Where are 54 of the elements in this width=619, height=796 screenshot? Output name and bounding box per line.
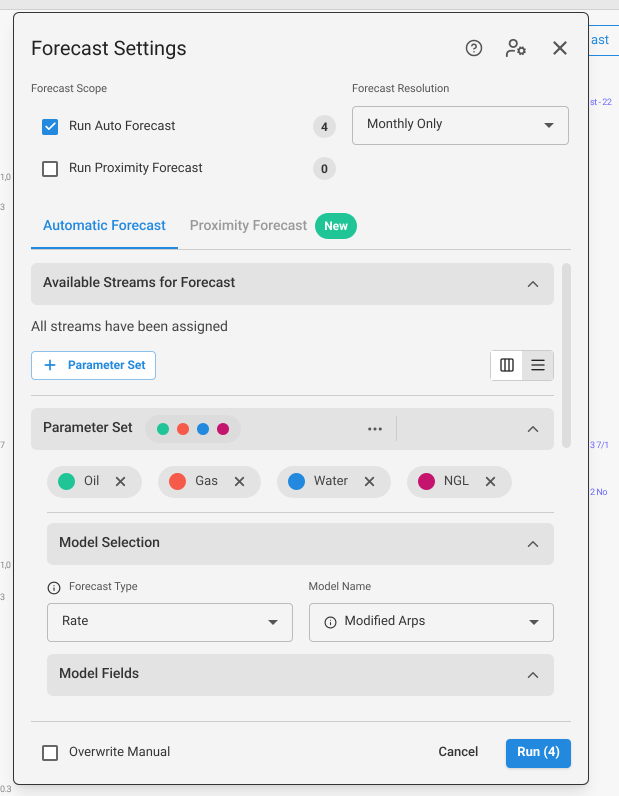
caret-icon xyxy=(529,620,539,624)
stream-name: Water xyxy=(314,472,348,491)
axis-label: 3 xyxy=(0,592,5,605)
resolution-select[interactable]: Monthly Only xyxy=(352,106,569,144)
axis-label: 3 xyxy=(0,202,5,215)
section-title: Parameter Set xyxy=(43,419,133,438)
info-icon[interactable] xyxy=(324,616,336,628)
section-title: Available Streams for Forecast xyxy=(43,274,236,293)
count-badge: 0 xyxy=(313,157,336,180)
cancel-button[interactable]: Cancel xyxy=(428,738,488,768)
field-label: Forecast Resolution xyxy=(352,81,450,97)
checkbox-label: Run Proximity Forecast xyxy=(69,160,203,178)
add-parameter-set-button[interactable]: Parameter Set xyxy=(31,350,156,380)
select-field[interactable]: Modified Arps xyxy=(308,602,554,642)
checkbox-label: Run Auto Forecast xyxy=(69,118,176,136)
new-badge: New xyxy=(315,213,357,239)
caret-icon xyxy=(544,122,554,128)
field-label: Forecast Scope xyxy=(31,81,108,97)
section-header[interactable]: Model Fields xyxy=(47,654,554,696)
axis-label: 7 xyxy=(0,440,5,453)
count-badge: 4 xyxy=(313,115,336,138)
background-text: 2 No xyxy=(590,487,608,500)
stream-name: Oil xyxy=(84,472,100,491)
axis-label: 1,0 xyxy=(0,172,11,185)
dialog-title: Forecast Settings xyxy=(31,35,187,62)
list-view-toggle[interactable] xyxy=(522,350,553,380)
run-button[interactable]: Run (4) xyxy=(506,738,571,768)
checkbox[interactable] xyxy=(42,118,58,134)
checkbox[interactable] xyxy=(42,160,58,176)
section-title: Model Fields xyxy=(59,665,140,684)
section-header[interactable]: Model Selection xyxy=(47,522,554,564)
columns-icon xyxy=(498,357,514,373)
stream-name: Gas xyxy=(195,472,218,491)
section-header[interactable]: Available Streams for Forecast xyxy=(31,262,554,304)
info-icon[interactable] xyxy=(47,580,61,594)
stream-name: NGL xyxy=(444,472,470,491)
select-field[interactable]: Rate xyxy=(47,602,292,642)
section-header[interactable]: Parameter Set xyxy=(31,408,554,450)
column-view-toggle[interactable] xyxy=(491,350,522,380)
axis-label: 1,0 xyxy=(0,560,11,573)
help-icon[interactable] xyxy=(465,39,483,57)
plus-icon xyxy=(42,357,58,373)
caret-icon xyxy=(268,620,278,624)
axis-label: 0.3 xyxy=(0,784,12,796)
status-message: All streams have been assigned xyxy=(31,318,229,336)
background-text: 3 7/1 xyxy=(590,440,609,453)
field-label: Forecast Type xyxy=(69,579,138,596)
checkbox[interactable] xyxy=(42,745,58,761)
field-label: Model Name xyxy=(308,579,372,596)
list-icon xyxy=(530,357,546,373)
user-settings-icon[interactable] xyxy=(505,37,527,59)
background-text: st - 22 xyxy=(590,97,612,110)
checkbox-label: Overwrite Manual xyxy=(69,744,170,762)
section-title: Model Selection xyxy=(59,534,160,553)
